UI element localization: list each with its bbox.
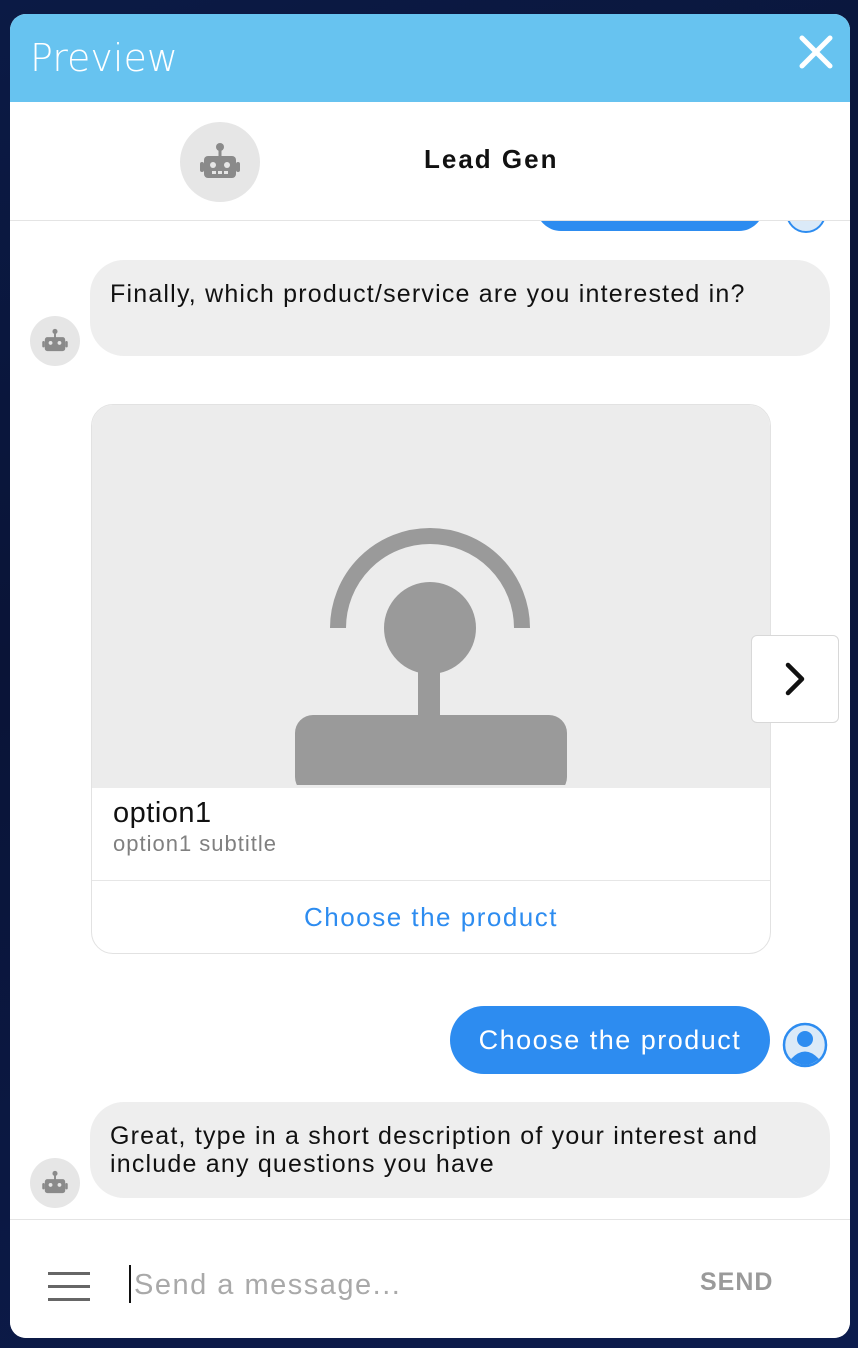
hamburger-menu-icon[interactable]: [48, 1272, 90, 1302]
bot-message-bubble: Great, type in a short description of yo…: [90, 1102, 830, 1198]
robot-icon: [42, 1170, 68, 1194]
chat-header: Lead Gen: [10, 102, 850, 221]
bot-message-avatar: [30, 1158, 80, 1208]
chevron-right-icon: [785, 662, 805, 696]
previous-user-avatar: [786, 221, 826, 233]
text-cursor: [129, 1265, 131, 1303]
user-message-bubble: Choose the product: [450, 1006, 770, 1074]
window-title: Preview: [30, 36, 178, 80]
previous-user-bubble: [536, 221, 764, 231]
message-list[interactable]: Finally, which product/service are you i…: [10, 221, 850, 1219]
user-avatar: [782, 1022, 828, 1068]
card-subtitle: option1 subtitle: [113, 831, 277, 856]
product-card: option1 option1 subtitle Choose the prod…: [91, 404, 771, 954]
bot-name: Lead Gen: [424, 144, 559, 174]
title-bar: Preview: [10, 14, 850, 102]
message-composer: SEND: [10, 1219, 850, 1338]
bot-message-avatar: [30, 316, 80, 366]
message-input[interactable]: [132, 1258, 656, 1312]
card-title: option1: [113, 797, 212, 829]
close-icon[interactable]: [796, 32, 836, 72]
user-icon: [782, 1022, 828, 1068]
robot-icon: [42, 328, 68, 352]
robot-icon: [200, 143, 240, 178]
choose-product-button[interactable]: Choose the product: [92, 881, 770, 953]
carousel-next-button[interactable]: [751, 635, 839, 723]
chat-preview-window: Preview Lead Gen Finally, which product/…: [10, 14, 850, 1338]
bot-avatar: [180, 122, 260, 202]
send-button[interactable]: SEND: [700, 1268, 773, 1297]
placeholder-image-icon: [92, 405, 770, 795]
bot-message-bubble: Finally, which product/service are you i…: [90, 260, 830, 356]
